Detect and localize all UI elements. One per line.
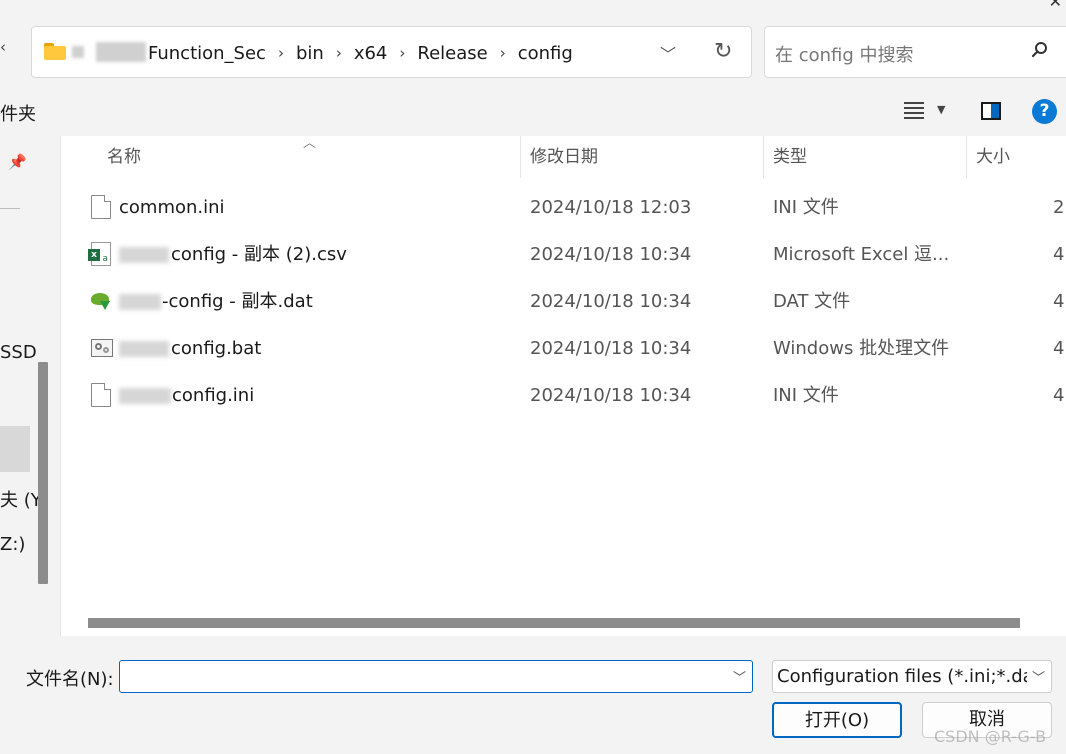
column-separator[interactable] (966, 136, 967, 178)
file-type: Windows 批处理文件 (773, 338, 950, 359)
nav-item-ssd[interactable]: SSD (0, 342, 37, 363)
chevron-down-icon[interactable]: ﹀ (660, 41, 676, 65)
breadcrumb-item[interactable]: x64 (352, 43, 390, 64)
nav-item-drive-z[interactable]: Z:) (0, 534, 25, 555)
close-icon[interactable]: ✕ (1049, 0, 1062, 11)
column-header-date[interactable]: 修改日期 (530, 136, 598, 178)
chevron-right-icon[interactable]: › (326, 44, 352, 62)
file-date: 2024/10/18 10:34 (530, 244, 692, 265)
file-row[interactable]: common.ini 2024/10/18 12:03 INI 文件 2 (61, 184, 1066, 231)
filename-label: 文件名(N): (26, 669, 114, 690)
chevron-right-icon[interactable]: › (268, 44, 294, 62)
bat-file-icon (91, 339, 113, 357)
redacted-name (119, 341, 169, 357)
nav-scrollbar-thumb[interactable] (38, 362, 48, 584)
preview-pane-icon[interactable] (981, 102, 1001, 120)
redacted-name (119, 247, 169, 263)
breadcrumb-item[interactable]: bin (294, 43, 326, 64)
search-icon[interactable] (1031, 41, 1049, 59)
file-size: 4 (1053, 291, 1065, 312)
watermark: CSDN @R-G-B (934, 727, 1047, 746)
open-button[interactable]: 打开(O) (772, 702, 902, 738)
chevron-right-icon[interactable]: › (389, 44, 415, 62)
breadcrumb-item[interactable]: Function_Sec (146, 43, 268, 64)
excel-csv-icon: xa (88, 242, 111, 266)
file-name: -config - 副本.dat (162, 291, 313, 312)
filename-input[interactable] (119, 660, 753, 693)
horizontal-scrollbar-thumb[interactable] (88, 618, 1020, 628)
address-bar[interactable]: Function_Sec › bin › x64 › Release › con… (31, 26, 752, 78)
file-name: config.bat (171, 338, 262, 359)
column-separator[interactable] (763, 136, 764, 178)
dat-file-icon (91, 289, 111, 313)
chevron-right-icon[interactable]: › (490, 44, 516, 62)
nav-item-selected[interactable] (0, 426, 30, 472)
file-type: Microsoft Excel 逗... (773, 244, 950, 265)
view-list-icon[interactable] (904, 102, 924, 119)
column-header-type[interactable]: 类型 (773, 136, 807, 178)
pin-icon[interactable]: 📌 (8, 153, 27, 171)
breadcrumb-item[interactable]: Release (415, 43, 489, 64)
redacted-crumb (96, 42, 146, 62)
breadcrumb-item[interactable]: config (516, 43, 575, 64)
file-date: 2024/10/18 10:34 (530, 338, 692, 359)
search-placeholder: 在 config 中搜索 (775, 45, 914, 66)
filter-value: Configuration files (*.ini;*.dat; (777, 666, 1027, 687)
file-date: 2024/10/18 12:03 (530, 197, 692, 218)
file-type: INI 文件 (773, 385, 839, 406)
file-size: 4 (1053, 385, 1065, 406)
divider (0, 208, 20, 209)
ini-file-icon (91, 195, 111, 219)
file-type: DAT 文件 (773, 291, 851, 312)
redacted-name (119, 294, 161, 310)
file-type-filter-select[interactable]: Configuration files (*.ini;*.dat; ﹀ (772, 660, 1052, 693)
column-separator[interactable] (520, 136, 521, 178)
file-type: INI 文件 (773, 197, 839, 218)
column-header-size[interactable]: 大小 (976, 136, 1010, 178)
title-bar: ✕ (0, 0, 1066, 16)
help-icon[interactable]: ? (1032, 99, 1057, 124)
file-row[interactable]: config.ini 2024/10/18 10:34 INI 文件 4 (61, 372, 1066, 419)
redacted-name (119, 388, 171, 404)
file-size: 4 (1053, 244, 1065, 265)
chevron-down-icon[interactable]: ﹀ (733, 667, 746, 686)
file-row[interactable]: config.bat 2024/10/18 10:34 Windows 批处理文… (61, 325, 1066, 372)
new-folder-button[interactable]: 件夹 (0, 100, 36, 126)
sort-ascending-icon: ︿ (303, 136, 317, 151)
file-name: config - 副本 (2).csv (171, 244, 347, 265)
file-row[interactable]: xa config - 副本 (2).csv 2024/10/18 10:34 … (61, 231, 1066, 278)
chevron-down-icon[interactable]: ﹀ (1032, 667, 1045, 686)
refresh-icon[interactable]: ↻ (714, 39, 732, 64)
column-header-name[interactable]: 名称 (107, 136, 141, 178)
file-list: ︿ 名称 修改日期 类型 大小 common.ini 2024/10/18 12… (61, 136, 1066, 636)
ini-file-icon (91, 383, 111, 407)
file-row[interactable]: -config - 副本.dat 2024/10/18 10:34 DAT 文件… (61, 278, 1066, 325)
redacted-crumb (72, 46, 84, 58)
file-name: common.ini (119, 197, 225, 218)
file-date: 2024/10/18 10:34 (530, 291, 692, 312)
search-input[interactable]: 在 config 中搜索 (764, 26, 1066, 78)
up-arrow-icon[interactable]: ‹ (0, 38, 14, 58)
caret-down-icon[interactable]: ▼ (937, 103, 945, 116)
file-size: 2 (1053, 197, 1065, 218)
breadcrumb: Function_Sec › bin › x64 › Release › con… (146, 39, 575, 67)
file-name: config.ini (172, 385, 255, 406)
file-date: 2024/10/18 10:34 (530, 385, 692, 406)
folder-icon (44, 43, 66, 60)
file-size: 4 (1053, 338, 1065, 359)
